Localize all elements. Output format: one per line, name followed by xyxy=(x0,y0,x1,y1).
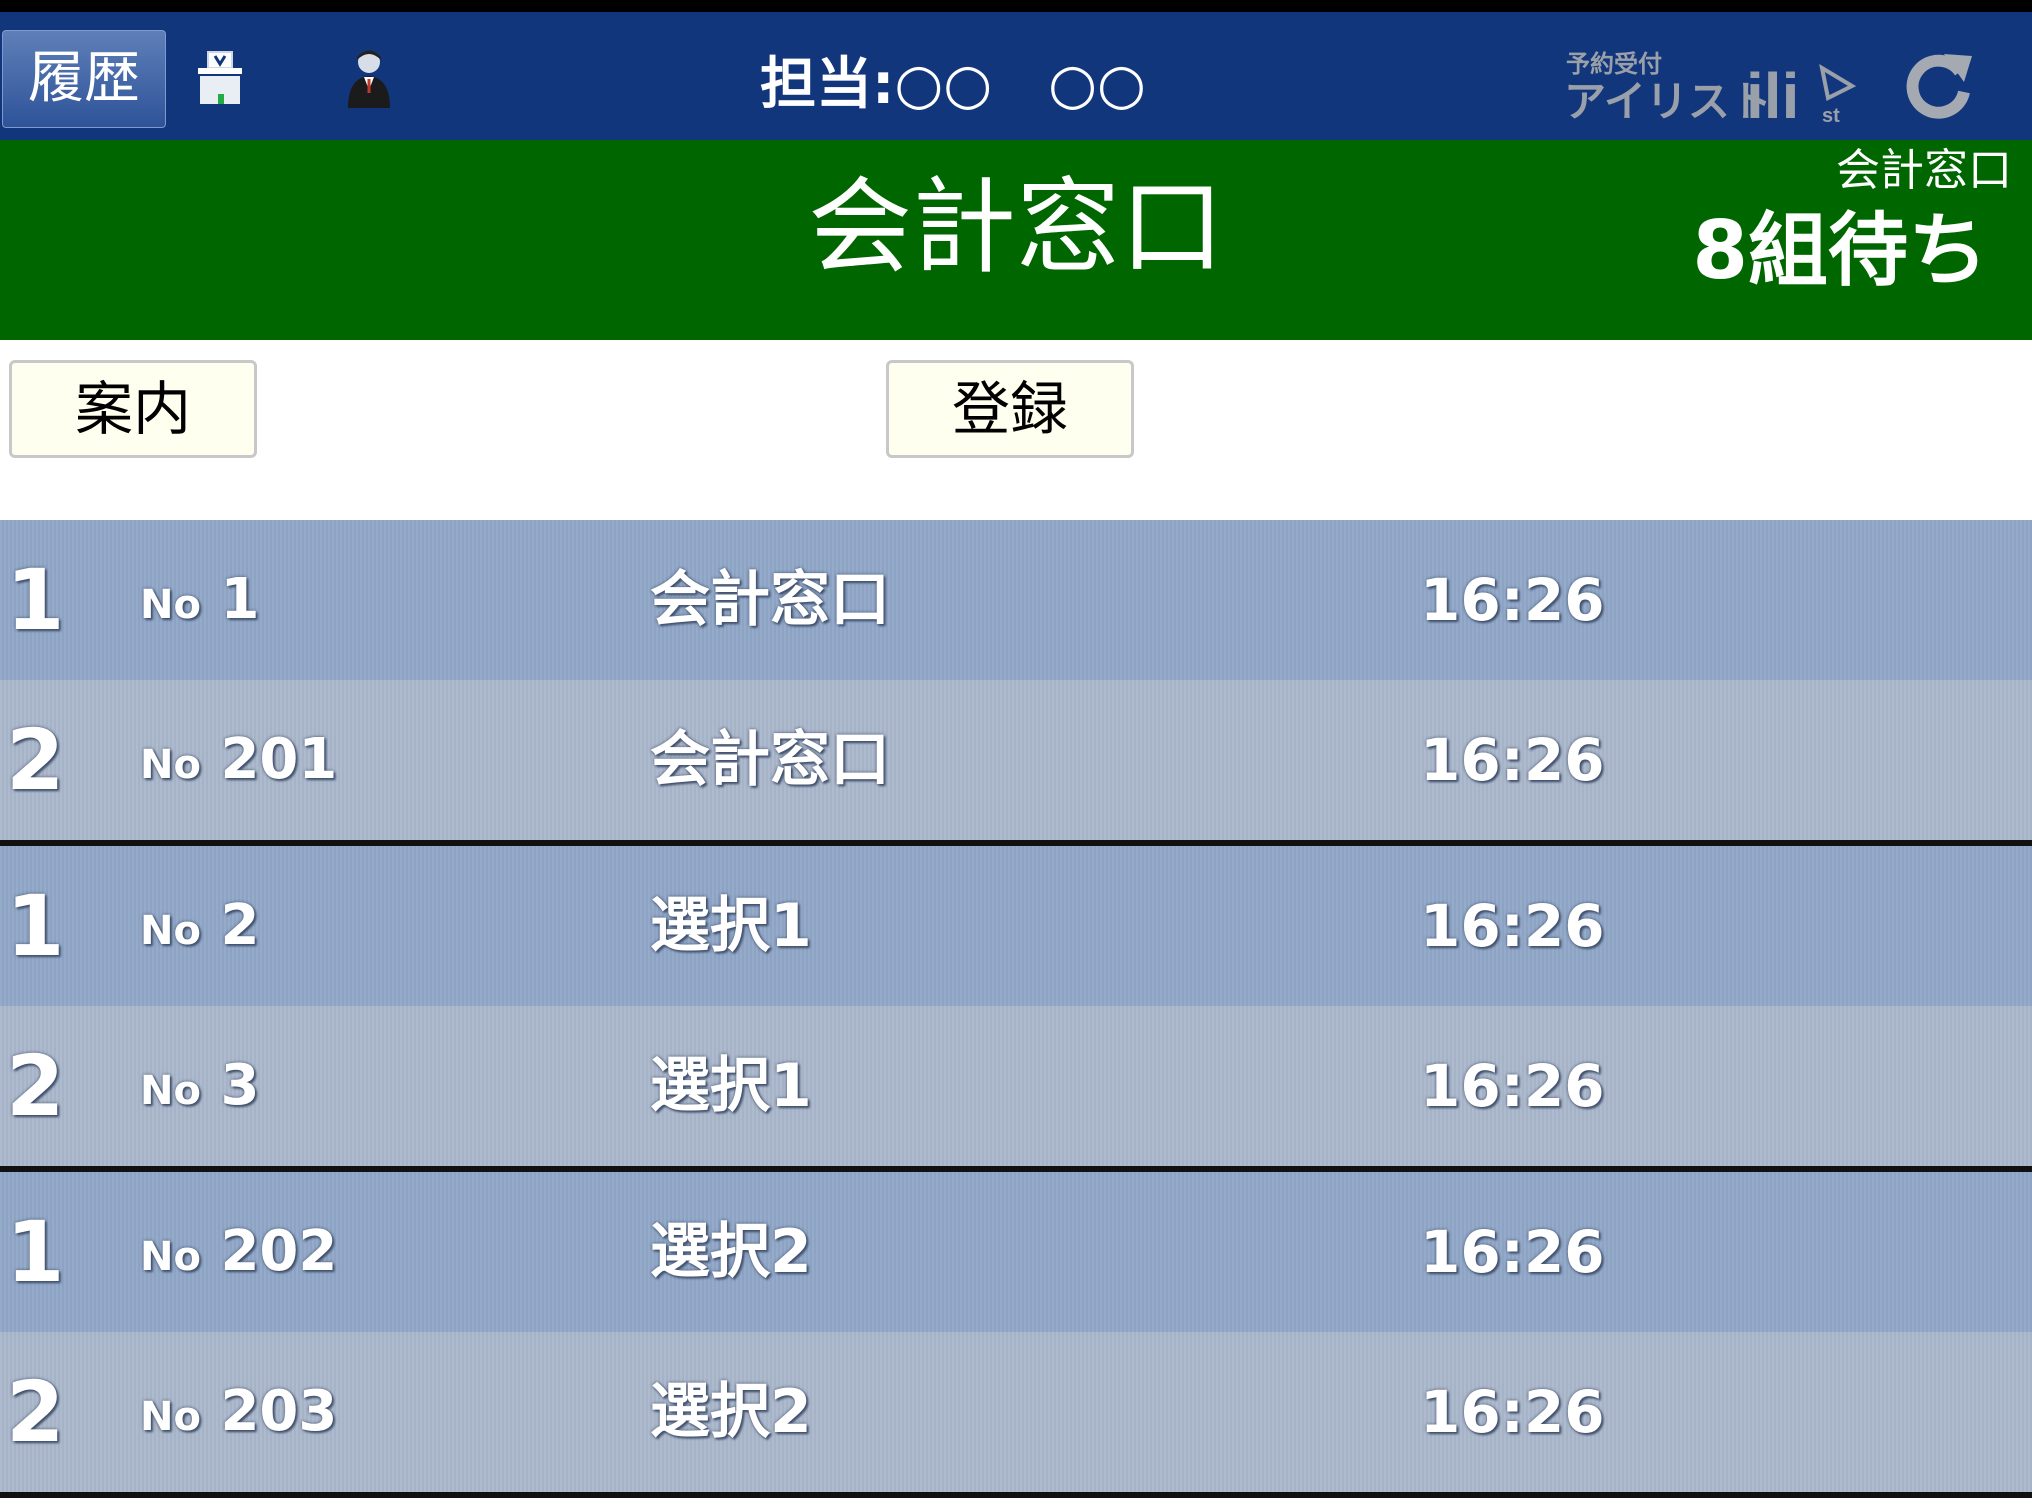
queue-list: 1 No 1 会計窓口 16:26 2 No 201 会計窓口 16:26 1 … xyxy=(0,520,2032,1505)
banner-counter-label: 会計窓口 xyxy=(1836,145,2012,196)
ticket-time: 16:26 xyxy=(1420,726,1605,794)
counter-name: 選択2 xyxy=(650,1377,812,1447)
brand-mark-text: ili xyxy=(1746,60,1799,132)
guide-button[interactable]: 案内 xyxy=(9,360,257,458)
queue-row[interactable]: 1 No 1 会計窓口 16:26 xyxy=(0,520,2032,680)
history-button[interactable]: 履歴 xyxy=(2,30,166,128)
ticket-number: No 1 xyxy=(140,520,259,685)
top-bar: 履歴 担当:○○ ○○ 予約受付 アイリスト ili st xyxy=(0,12,2032,140)
ticket-number: No 201 xyxy=(140,680,337,845)
counter-name: 会計窓口 xyxy=(650,565,890,635)
counter-name: 会計窓口 xyxy=(650,725,890,795)
ticket-value: 203 xyxy=(220,1379,338,1444)
ticket-number: No 3 xyxy=(140,1006,259,1171)
queue-order: 2 xyxy=(6,1363,65,1461)
counter-name: 選択1 xyxy=(650,1051,812,1121)
brand-small-text: 予約受付 xyxy=(1566,50,1662,78)
ticket-time: 16:26 xyxy=(1420,1218,1605,1286)
ticket-no-prefix: No xyxy=(140,742,201,788)
ticket-time: 16:26 xyxy=(1420,1378,1605,1446)
brand-logo: 予約受付 アイリスト ili st xyxy=(1560,42,1860,132)
ticket-number: No 202 xyxy=(140,1172,337,1337)
register-button[interactable]: 登録 xyxy=(886,360,1134,458)
queue-order: 2 xyxy=(6,711,65,809)
brand-mark-sub-text: st xyxy=(1822,105,1840,127)
ticket-number: No 2 xyxy=(140,846,259,1011)
queue-order: 1 xyxy=(6,877,65,975)
queue-row[interactable]: 1 No 2 選択1 16:26 xyxy=(0,846,2032,1006)
ticket-no-prefix: No xyxy=(140,1394,201,1440)
ticket-no-prefix: No xyxy=(140,1068,201,1114)
ticket-value: 201 xyxy=(220,727,338,792)
ticket-no-prefix: No xyxy=(140,1234,201,1280)
ticket-value: 1 xyxy=(220,567,260,632)
ticket-value: 202 xyxy=(220,1219,338,1284)
counter-name: 選択1 xyxy=(650,891,812,961)
ticket-number: No 203 xyxy=(140,1332,337,1497)
queue-order: 1 xyxy=(6,551,65,649)
ballot-box-icon[interactable] xyxy=(196,50,244,106)
queue-row[interactable]: 2 No 201 会計窓口 16:26 xyxy=(0,680,2032,840)
waiting-count: 8組待ち xyxy=(1692,204,1988,297)
top-edge xyxy=(0,0,2032,12)
counter-name: 選択2 xyxy=(650,1217,812,1287)
brand-large-text: アイリスト xyxy=(1564,78,1772,125)
ticket-no-prefix: No xyxy=(140,582,201,628)
ticket-value: 3 xyxy=(220,1053,260,1118)
ticket-time: 16:26 xyxy=(1420,566,1605,634)
staff-person-icon[interactable] xyxy=(344,48,394,110)
ticket-no-prefix: No xyxy=(140,908,201,954)
queue-order: 1 xyxy=(6,1203,65,1301)
group-divider xyxy=(0,1492,2032,1498)
ticket-value: 2 xyxy=(220,893,260,958)
ticket-time: 16:26 xyxy=(1420,892,1605,960)
staff-name-label: 担当:○○ ○○ xyxy=(760,52,1146,117)
refresh-icon[interactable] xyxy=(1904,48,1976,120)
queue-row[interactable]: 1 No 202 選択2 16:26 xyxy=(0,1172,2032,1332)
queue-row[interactable]: 2 No 203 選択2 16:26 xyxy=(0,1332,2032,1492)
queue-order: 2 xyxy=(6,1037,65,1135)
queue-row[interactable]: 2 No 3 選択1 16:26 xyxy=(0,1006,2032,1166)
ticket-time: 16:26 xyxy=(1420,1052,1605,1120)
